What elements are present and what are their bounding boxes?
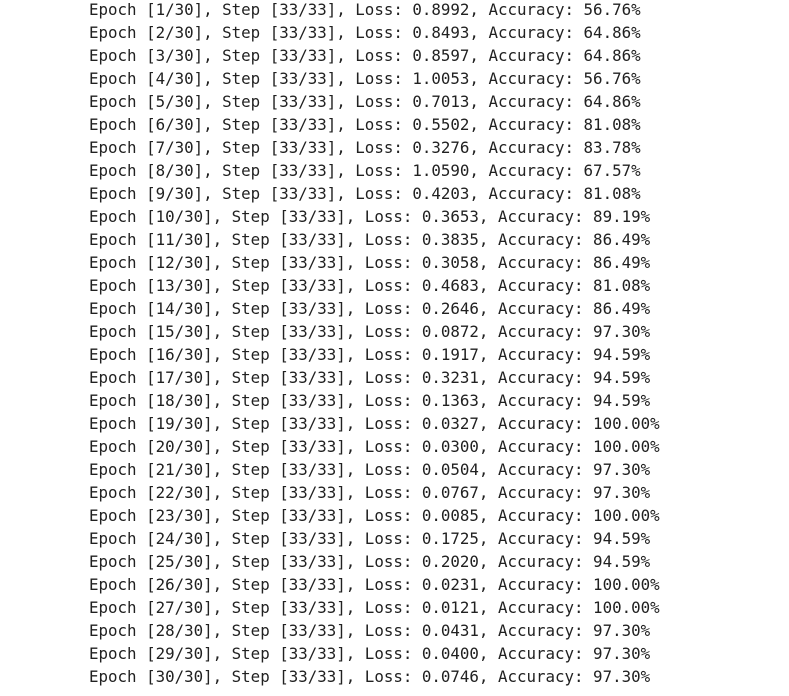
- log-line: Epoch [2/30], Step [33/33], Loss: 0.8493…: [89, 23, 641, 42]
- log-line: Epoch [30/30], Step [33/33], Loss: 0.074…: [89, 667, 651, 686]
- log-line: Epoch [10/30], Step [33/33], Loss: 0.365…: [89, 207, 651, 226]
- log-line: Epoch [25/30], Step [33/33], Loss: 0.202…: [89, 552, 651, 571]
- log-line: Epoch [29/30], Step [33/33], Loss: 0.040…: [89, 644, 651, 663]
- log-line: Epoch [8/30], Step [33/33], Loss: 1.0590…: [89, 161, 641, 180]
- log-line: Epoch [28/30], Step [33/33], Loss: 0.043…: [89, 621, 651, 640]
- log-line: Epoch [22/30], Step [33/33], Loss: 0.076…: [89, 483, 651, 502]
- log-line: Epoch [7/30], Step [33/33], Loss: 0.3276…: [89, 138, 641, 157]
- log-line: Epoch [21/30], Step [33/33], Loss: 0.050…: [89, 460, 651, 479]
- log-line: Epoch [23/30], Step [33/33], Loss: 0.008…: [89, 506, 660, 525]
- log-line: Epoch [19/30], Step [33/33], Loss: 0.032…: [89, 414, 660, 433]
- log-line: Epoch [15/30], Step [33/33], Loss: 0.087…: [89, 322, 651, 341]
- log-line: Epoch [27/30], Step [33/33], Loss: 0.012…: [89, 598, 660, 617]
- log-line: Epoch [9/30], Step [33/33], Loss: 0.4203…: [89, 184, 641, 203]
- log-line: Epoch [13/30], Step [33/33], Loss: 0.468…: [89, 276, 651, 295]
- log-line: Epoch [18/30], Step [33/33], Loss: 0.136…: [89, 391, 651, 410]
- log-line: Epoch [16/30], Step [33/33], Loss: 0.191…: [89, 345, 651, 364]
- log-line: Epoch [1/30], Step [33/33], Loss: 0.8992…: [89, 0, 641, 19]
- log-line: Epoch [26/30], Step [33/33], Loss: 0.023…: [89, 575, 660, 594]
- log-line: Epoch [5/30], Step [33/33], Loss: 0.7013…: [89, 92, 641, 111]
- training-log-output: Epoch [1/30], Step [33/33], Loss: 0.8992…: [89, 0, 660, 688]
- log-line: Epoch [4/30], Step [33/33], Loss: 1.0053…: [89, 69, 641, 88]
- log-line: Epoch [24/30], Step [33/33], Loss: 0.172…: [89, 529, 651, 548]
- log-line: Epoch [14/30], Step [33/33], Loss: 0.264…: [89, 299, 651, 318]
- log-line: Epoch [17/30], Step [33/33], Loss: 0.323…: [89, 368, 651, 387]
- log-line: Epoch [11/30], Step [33/33], Loss: 0.383…: [89, 230, 651, 249]
- log-line: Epoch [12/30], Step [33/33], Loss: 0.305…: [89, 253, 651, 272]
- log-line: Epoch [3/30], Step [33/33], Loss: 0.8597…: [89, 46, 641, 65]
- log-line: Epoch [20/30], Step [33/33], Loss: 0.030…: [89, 437, 660, 456]
- log-line: Epoch [6/30], Step [33/33], Loss: 0.5502…: [89, 115, 641, 134]
